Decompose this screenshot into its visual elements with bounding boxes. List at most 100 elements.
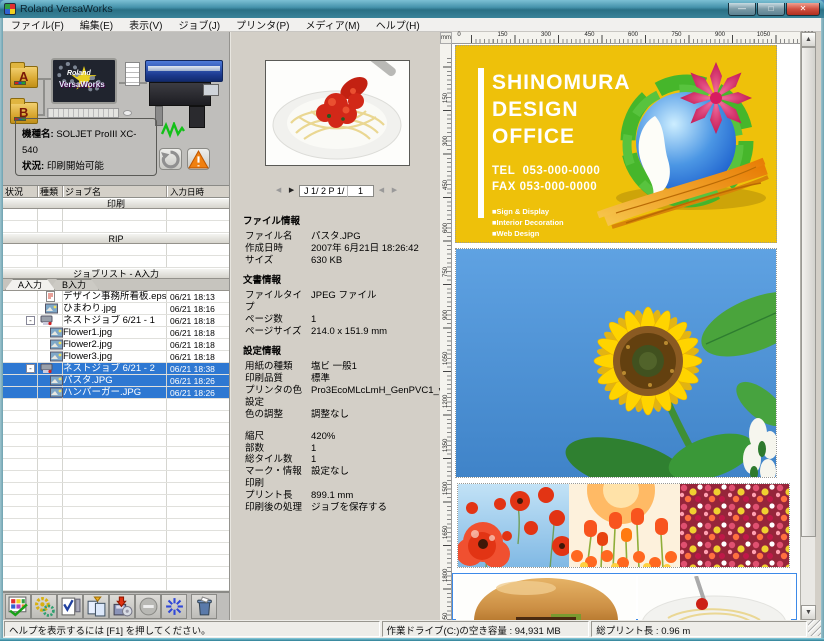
ruler-tick-label: 450 [443,179,449,191]
job-row[interactable]: Flower1.jpg06/21 18:18 [3,327,229,339]
job-row[interactable]: Flower3.jpg06/21 18:18 [3,351,229,363]
app-icon [4,3,16,15]
status-help-text: ヘルプを表示するには [F1] を押してください。 [4,621,380,637]
job-row[interactable]: ひまわり.jpg06/21 18:16 [3,303,229,315]
ink-status-icon[interactable] [159,148,182,170]
job-name: Flower1.jpg [63,327,167,338]
duplicate-job-icon[interactable] [83,594,109,619]
menu-help[interactable]: ヘルプ(H) [368,17,428,32]
flower-strip-page[interactable] [457,483,790,568]
pasta-plate-image [638,576,791,620]
printer-icon [145,54,223,128]
column-header-3[interactable]: 入力日時 [167,186,229,197]
section-title-2: 設定情報 [243,346,440,358]
job-date: 06/21 18:16 [167,303,229,314]
job-date: 06/21 18:26 [167,387,229,398]
save-job-icon[interactable] [109,594,135,619]
detail-value: 標準 [311,373,440,385]
tab-input-b[interactable]: B入力 [49,279,99,290]
job-row[interactable]: -ネストジョブ 6/21 - 206/21 18:38 [3,363,229,375]
title-bar[interactable]: Roland VersaWorks — □ ✕ [0,0,824,18]
mouse-icon [123,110,132,116]
minimize-button[interactable]: — [728,3,756,16]
tree-expander-icon[interactable]: - [26,316,35,325]
job-row[interactable]: Flower2.jpg06/21 18:18 [3,339,229,351]
empty-row [3,435,229,447]
food-row-page[interactable] [452,573,797,620]
page-counter: 1/ [337,186,345,196]
sunflower-page[interactable] [455,248,777,478]
detail-row: 用紙の種類塩ビ 一般1 [245,361,440,373]
job-settings-icon[interactable] [31,594,57,619]
detail-label: ファイルタイプ [245,290,311,314]
detail-label: 作成日時 [245,243,311,255]
card-service-item: ■Sign & Display [492,206,631,217]
prev-job-button[interactable]: ◀ [273,186,284,197]
prev-page-button[interactable]: ◀ [376,186,387,197]
detail-label: 部数 [245,443,311,455]
scrollbar-thumb[interactable] [801,47,816,537]
empty-row [3,567,229,579]
detail-row: ページサイズ214.0 x 151.9 mm [245,326,440,338]
print-queue-section: 印刷 [3,198,229,209]
job-row[interactable]: -ネストジョブ 6/21 - 106/21 18:18 [3,315,229,327]
signal-ok-icon [161,120,185,140]
menu-printer[interactable]: プリンタ(P) [228,17,297,32]
empty-row [3,519,229,531]
next-job-button[interactable]: ▶ [286,186,297,197]
layout-preview-icon[interactable] [5,594,31,619]
input-folder-a[interactable]: A [10,66,38,88]
menu-file[interactable]: ファイル(F) [3,17,72,32]
resize-grip[interactable] [808,620,821,636]
job-name: ひまわり.jpg [63,303,167,314]
ruler-tick-label: 750 [443,266,449,278]
card-page[interactable]: SHINOMURA DESIGN OFFICE TEL 053-000-0000… [455,45,777,243]
warning-icon[interactable] [187,148,210,170]
job-table-header: 状況種類ジョブ名入力日時 [3,186,229,198]
ruler-tick-label: 300 [443,135,449,147]
hold-job-icon[interactable] [135,594,161,619]
ruler-tick-label: 1050 [757,32,770,38]
detail-row: ファイル名パスタ.JPG [245,231,440,243]
job-row[interactable]: ハンバーガー.JPG06/21 18:26 [3,387,229,399]
detail-row: プリント長899.1 mm [245,490,440,502]
empty-row [3,507,229,519]
menu-edit[interactable]: 編集(E) [72,17,121,32]
card-fax-label: FAX [492,181,516,193]
detail-value: 899.1 mm [311,490,440,502]
menu-view[interactable]: 表示(V) [121,17,170,32]
close-button[interactable]: ✕ [786,3,820,16]
detail-row: 部数1 [245,443,440,455]
delete-job-icon[interactable] [191,594,217,619]
ruler-tick-label: 1200 [443,396,449,408]
menu-media[interactable]: メディア(M) [297,17,367,32]
status-label: 状況: [22,161,44,172]
menu-job[interactable]: ジョブ(J) [170,17,228,32]
model-label: 機種名: [22,129,54,140]
card-company-line: OFFICE [492,124,631,151]
next-page-button[interactable]: ▶ [389,186,400,197]
verify-job-icon[interactable] [57,594,83,619]
column-header-1[interactable]: 種類 [38,186,63,197]
tree-expander-icon[interactable]: - [26,364,35,373]
card-accent-bar [478,68,484,218]
job-page-navigator: ◀ ▶ J 1/ 2 P 1/ 1 ◀ ▶ [231,184,442,198]
maximize-button[interactable]: □ [757,3,785,16]
job-row[interactable]: パスタ.JPG06/21 18:26 [3,375,229,387]
detail-value: 設定なし [311,466,440,490]
job-row[interactable]: デザイン事務所看板.eps06/21 18:13 [3,291,229,303]
column-header-0[interactable]: 状況 [3,186,38,197]
ruler-tick-label: 0 [457,32,460,38]
versaworks-window: Roland VersaWorks — □ ✕ ファイル(F)編集(E)表示(V… [0,0,824,641]
folder-a-chips [14,81,26,85]
tab-input-a[interactable]: A入力 [5,279,55,290]
detail-row: マーク・情報印刷設定なし [245,466,440,490]
scroll-up-button[interactable]: ▲ [801,32,816,47]
column-header-2[interactable]: ジョブ名 [63,186,167,197]
ruler-tick-label: 150 [497,32,507,38]
rip-process-icon[interactable] [161,594,187,619]
scroll-down-button[interactable]: ▼ [801,605,816,620]
detail-value: パスタ.JPG [311,231,440,243]
preview-scrollbar[interactable]: ▲ ▼ [800,32,815,620]
empty-row [3,244,229,256]
